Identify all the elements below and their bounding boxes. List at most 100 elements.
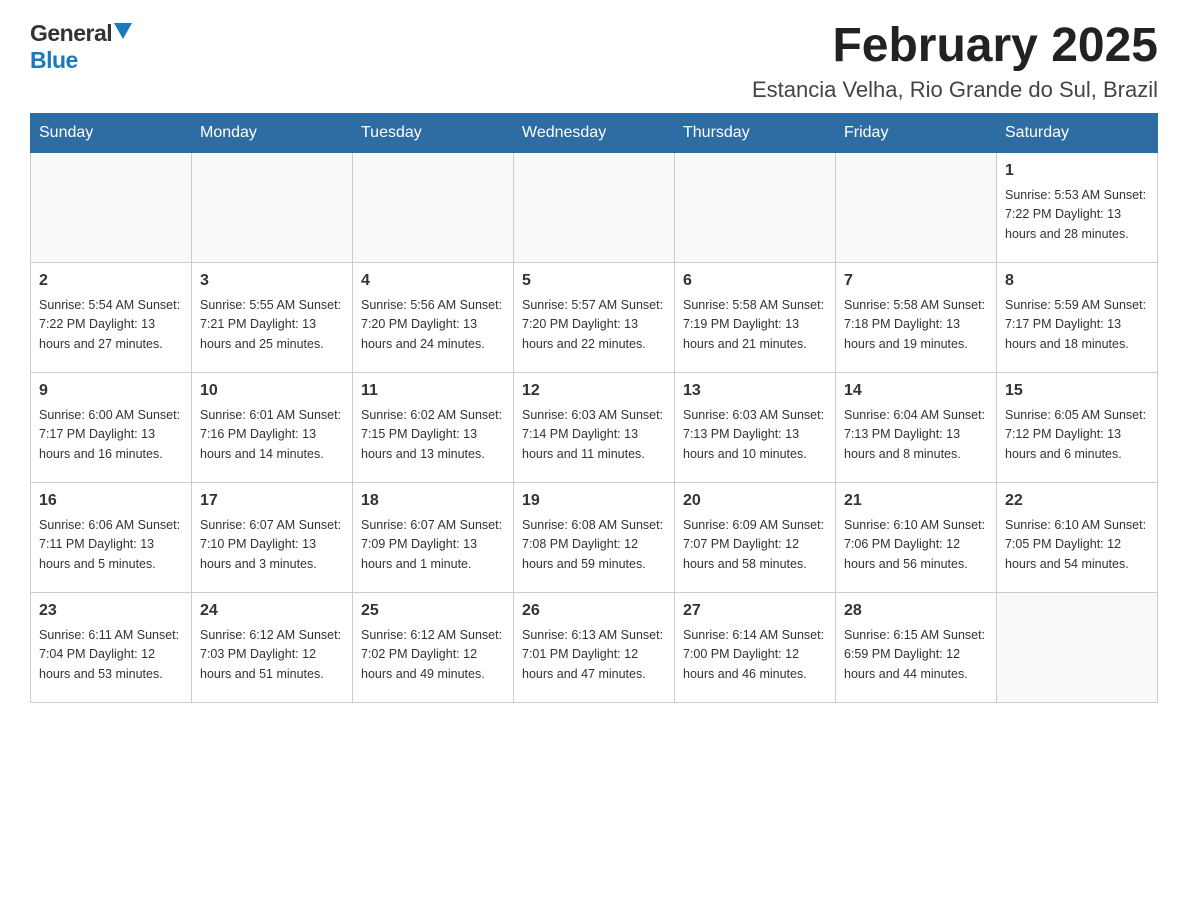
day-number: 25 bbox=[361, 599, 505, 623]
day-info: Sunrise: 6:02 AM Sunset: 7:15 PM Dayligh… bbox=[361, 406, 505, 464]
day-info: Sunrise: 5:55 AM Sunset: 7:21 PM Dayligh… bbox=[200, 296, 344, 354]
day-number: 21 bbox=[844, 489, 988, 513]
day-info: Sunrise: 6:07 AM Sunset: 7:10 PM Dayligh… bbox=[200, 516, 344, 574]
day-info: Sunrise: 6:04 AM Sunset: 7:13 PM Dayligh… bbox=[844, 406, 988, 464]
calendar-table: SundayMondayTuesdayWednesdayThursdayFrid… bbox=[30, 113, 1158, 703]
day-info: Sunrise: 6:05 AM Sunset: 7:12 PM Dayligh… bbox=[1005, 406, 1149, 464]
day-info: Sunrise: 5:58 AM Sunset: 7:19 PM Dayligh… bbox=[683, 296, 827, 354]
logo: General Blue bbox=[30, 20, 132, 74]
calendar-header-tuesday: Tuesday bbox=[353, 113, 514, 152]
calendar-day-cell: 6Sunrise: 5:58 AM Sunset: 7:19 PM Daylig… bbox=[675, 262, 836, 372]
month-title: February 2025 bbox=[752, 20, 1158, 73]
day-info: Sunrise: 6:08 AM Sunset: 7:08 PM Dayligh… bbox=[522, 516, 666, 574]
calendar-header-friday: Friday bbox=[836, 113, 997, 152]
day-info: Sunrise: 5:56 AM Sunset: 7:20 PM Dayligh… bbox=[361, 296, 505, 354]
calendar-header-saturday: Saturday bbox=[997, 113, 1158, 152]
calendar-day-cell: 21 Sunrise: 6:10 AM Sunset: 7:06 PM Dayli… bbox=[836, 482, 997, 592]
day-number: 5 bbox=[522, 269, 666, 293]
calendar-day-cell: 25 Sunrise: 6:12 AM Sunset: 7:02 PM Dayli… bbox=[353, 592, 514, 702]
day-info: Sunrise: 6:09 AM Sunset: 7:07 PM Dayligh… bbox=[683, 516, 827, 574]
day-number: 8 bbox=[1005, 269, 1149, 293]
calendar-week-row: 16 Sunrise: 6:06 AM Sunset: 7:11 PM Dayli… bbox=[31, 482, 1158, 592]
calendar-day-cell: 17 Sunrise: 6:07 AM Sunset: 7:10 PM Dayli… bbox=[192, 482, 353, 592]
day-number: 16 bbox=[39, 489, 183, 513]
day-number: 24 bbox=[200, 599, 344, 623]
calendar-day-cell: 10 Sunrise: 6:01 AM Sunset: 7:16 PM Dayli… bbox=[192, 372, 353, 482]
calendar-day-cell: 12 Sunrise: 6:03 AM Sunset: 7:14 PM Dayli… bbox=[514, 372, 675, 482]
calendar-day-cell bbox=[31, 152, 192, 262]
day-info: Sunrise: 6:06 AM Sunset: 7:11 PM Dayligh… bbox=[39, 516, 183, 574]
calendar-day-cell bbox=[836, 152, 997, 262]
calendar-day-cell bbox=[192, 152, 353, 262]
day-info: Sunrise: 5:54 AM Sunset: 7:22 PM Dayligh… bbox=[39, 296, 183, 354]
calendar-day-cell: 19Sunrise: 6:08 AM Sunset: 7:08 PM Dayli… bbox=[514, 482, 675, 592]
calendar-day-cell: 26Sunrise: 6:13 AM Sunset: 7:01 PM Dayli… bbox=[514, 592, 675, 702]
calendar-day-cell: 7 Sunrise: 5:58 AM Sunset: 7:18 PM Daylig… bbox=[836, 262, 997, 372]
calendar-day-cell: 3 Sunrise: 5:55 AM Sunset: 7:21 PM Daylig… bbox=[192, 262, 353, 372]
day-info: Sunrise: 6:00 AM Sunset: 7:17 PM Dayligh… bbox=[39, 406, 183, 464]
day-number: 1 bbox=[1005, 159, 1149, 183]
day-info: Sunrise: 6:12 AM Sunset: 7:02 PM Dayligh… bbox=[361, 626, 505, 684]
logo-general: General bbox=[30, 20, 112, 47]
day-info: Sunrise: 6:14 AM Sunset: 7:00 PM Dayligh… bbox=[683, 626, 827, 684]
calendar-day-cell: 8 Sunrise: 5:59 AM Sunset: 7:17 PM Daylig… bbox=[997, 262, 1158, 372]
calendar-week-row: 2Sunrise: 5:54 AM Sunset: 7:22 PM Daylig… bbox=[31, 262, 1158, 372]
calendar-day-cell: 22 Sunrise: 6:10 AM Sunset: 7:05 PM Dayli… bbox=[997, 482, 1158, 592]
calendar-day-cell bbox=[997, 592, 1158, 702]
calendar-header-wednesday: Wednesday bbox=[514, 113, 675, 152]
day-info: Sunrise: 6:07 AM Sunset: 7:09 PM Dayligh… bbox=[361, 516, 505, 574]
calendar-day-cell: 9 Sunrise: 6:00 AM Sunset: 7:17 PM Daylig… bbox=[31, 372, 192, 482]
day-info: Sunrise: 6:12 AM Sunset: 7:03 PM Dayligh… bbox=[200, 626, 344, 684]
day-number: 17 bbox=[200, 489, 344, 513]
page-header: General Blue February 2025 Estancia Velh… bbox=[30, 20, 1158, 103]
calendar-day-cell: 28Sunrise: 6:15 AM Sunset: 6:59 PM Dayli… bbox=[836, 592, 997, 702]
day-info: Sunrise: 6:10 AM Sunset: 7:05 PM Dayligh… bbox=[1005, 516, 1149, 574]
calendar-day-cell: 18 Sunrise: 6:07 AM Sunset: 7:09 PM Dayli… bbox=[353, 482, 514, 592]
calendar-day-cell bbox=[353, 152, 514, 262]
calendar-week-row: 23 Sunrise: 6:11 AM Sunset: 7:04 PM Dayli… bbox=[31, 592, 1158, 702]
day-info: Sunrise: 5:53 AM Sunset: 7:22 PM Dayligh… bbox=[1005, 186, 1149, 244]
day-number: 12 bbox=[522, 379, 666, 403]
day-info: Sunrise: 6:03 AM Sunset: 7:13 PM Dayligh… bbox=[683, 406, 827, 464]
calendar-day-cell: 16 Sunrise: 6:06 AM Sunset: 7:11 PM Dayli… bbox=[31, 482, 192, 592]
day-number: 10 bbox=[200, 379, 344, 403]
day-number: 14 bbox=[844, 379, 988, 403]
logo-blue: Blue bbox=[30, 47, 78, 73]
calendar-day-cell: 15 Sunrise: 6:05 AM Sunset: 7:12 PM Dayli… bbox=[997, 372, 1158, 482]
calendar-day-cell: 14 Sunrise: 6:04 AM Sunset: 7:13 PM Dayli… bbox=[836, 372, 997, 482]
day-number: 7 bbox=[844, 269, 988, 293]
calendar-day-cell bbox=[514, 152, 675, 262]
day-number: 28 bbox=[844, 599, 988, 623]
day-number: 27 bbox=[683, 599, 827, 623]
day-number: 23 bbox=[39, 599, 183, 623]
title-section: February 2025 Estancia Velha, Rio Grande… bbox=[752, 20, 1158, 103]
calendar-week-row: 9 Sunrise: 6:00 AM Sunset: 7:17 PM Daylig… bbox=[31, 372, 1158, 482]
day-number: 11 bbox=[361, 379, 505, 403]
day-number: 9 bbox=[39, 379, 183, 403]
day-info: Sunrise: 5:59 AM Sunset: 7:17 PM Dayligh… bbox=[1005, 296, 1149, 354]
calendar-header-row: SundayMondayTuesdayWednesdayThursdayFrid… bbox=[31, 113, 1158, 152]
day-number: 15 bbox=[1005, 379, 1149, 403]
day-info: Sunrise: 6:03 AM Sunset: 7:14 PM Dayligh… bbox=[522, 406, 666, 464]
day-info: Sunrise: 6:13 AM Sunset: 7:01 PM Dayligh… bbox=[522, 626, 666, 684]
day-number: 13 bbox=[683, 379, 827, 403]
day-number: 3 bbox=[200, 269, 344, 293]
calendar-header-monday: Monday bbox=[192, 113, 353, 152]
day-number: 20 bbox=[683, 489, 827, 513]
calendar-day-cell: 20 Sunrise: 6:09 AM Sunset: 7:07 PM Dayli… bbox=[675, 482, 836, 592]
day-info: Sunrise: 5:58 AM Sunset: 7:18 PM Dayligh… bbox=[844, 296, 988, 354]
day-info: Sunrise: 6:11 AM Sunset: 7:04 PM Dayligh… bbox=[39, 626, 183, 684]
calendar-day-cell: 5Sunrise: 5:57 AM Sunset: 7:20 PM Daylig… bbox=[514, 262, 675, 372]
calendar-day-cell: 1 Sunrise: 5:53 AM Sunset: 7:22 PM Daylig… bbox=[997, 152, 1158, 262]
calendar-header-thursday: Thursday bbox=[675, 113, 836, 152]
day-number: 18 bbox=[361, 489, 505, 513]
calendar-day-cell: 27 Sunrise: 6:14 AM Sunset: 7:00 PM Dayli… bbox=[675, 592, 836, 702]
logo-triangle-icon bbox=[114, 23, 132, 44]
calendar-header-sunday: Sunday bbox=[31, 113, 192, 152]
calendar-day-cell: 23 Sunrise: 6:11 AM Sunset: 7:04 PM Dayli… bbox=[31, 592, 192, 702]
day-info: Sunrise: 6:10 AM Sunset: 7:06 PM Dayligh… bbox=[844, 516, 988, 574]
day-number: 22 bbox=[1005, 489, 1149, 513]
calendar-day-cell bbox=[675, 152, 836, 262]
day-info: Sunrise: 6:01 AM Sunset: 7:16 PM Dayligh… bbox=[200, 406, 344, 464]
calendar-day-cell: 2Sunrise: 5:54 AM Sunset: 7:22 PM Daylig… bbox=[31, 262, 192, 372]
